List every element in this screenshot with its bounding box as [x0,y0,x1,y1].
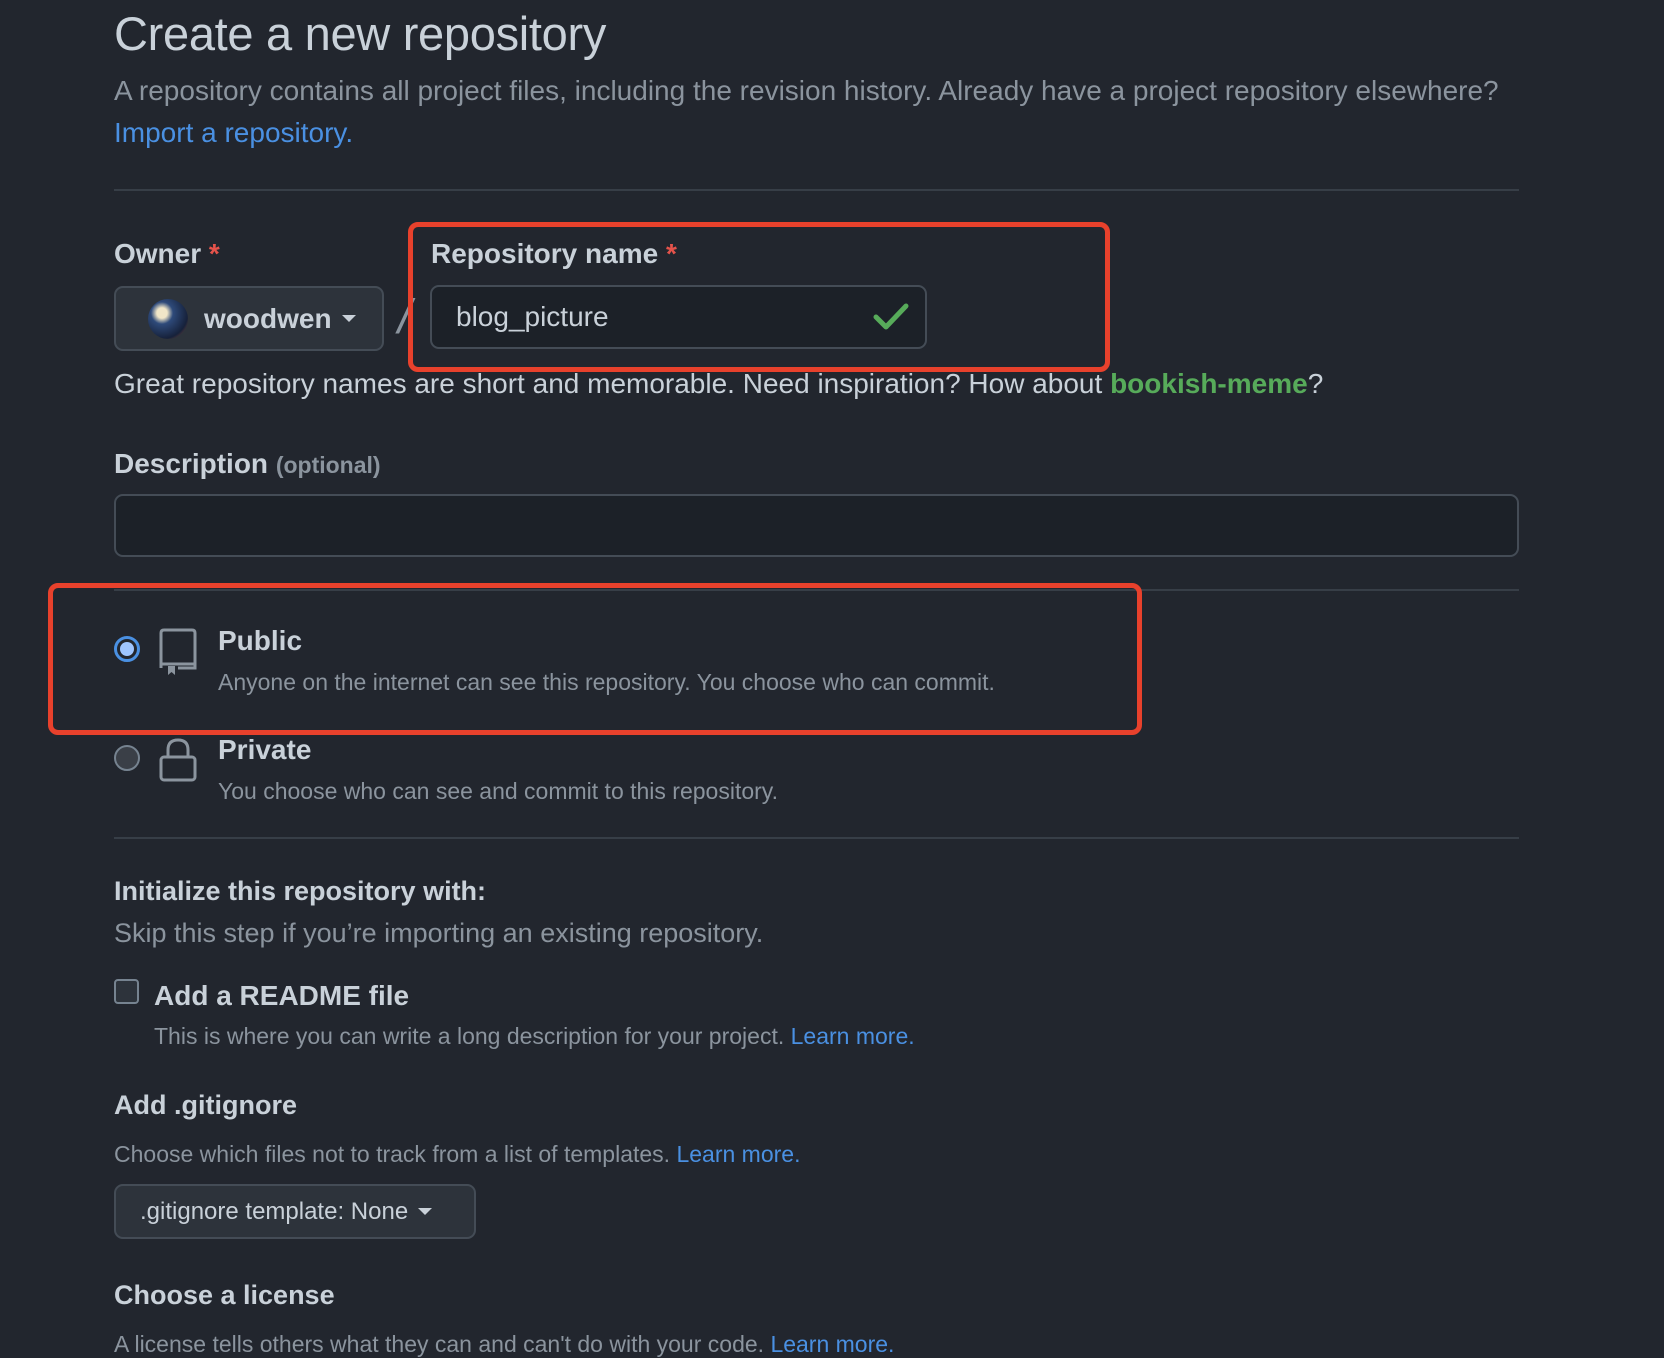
avatar [148,298,188,339]
description-label-text: Description [114,448,269,479]
license-title: Choose a license [114,1280,335,1310]
readme-desc-text: This is where you can write a long descr… [154,1023,785,1049]
highlight-box-repository-name [408,222,1110,372]
gitignore-desc-text: Choose which files not to track from a l… [114,1141,671,1167]
owner-dropdown[interactable]: woodwen [114,286,384,351]
chevron-down-icon [341,315,356,322]
gitignore-title: Add .gitignore [114,1090,297,1120]
initialize-title: Initialize this repository with: [114,876,487,906]
create-repository-page: Create a new repository A repository con… [0,0,1664,1358]
readme-checkbox[interactable] [114,979,139,1004]
lock-icon [159,738,197,782]
description-input[interactable] [114,494,1519,557]
name-hint: Great repository names are short and mem… [114,368,1323,400]
highlight-box-visibility [48,583,1142,735]
chevron-down-icon [418,1208,433,1215]
gitignore-learn-more-link[interactable]: Learn more. [676,1141,800,1167]
page-title: Create a new repository [114,7,607,60]
owner-label: Owner * [114,238,220,270]
owner-name: woodwen [204,302,332,334]
private-option-desc: You choose who can see and commit to thi… [218,778,778,804]
name-hint-suffix: ? [1307,368,1324,399]
private-radio[interactable] [114,745,140,771]
initialize-subtitle: Skip this step if you’re importing an ex… [114,918,764,948]
gitignore-desc: Choose which files not to track from a l… [114,1141,800,1168]
private-option-title: Private [218,734,312,765]
name-hint-text: Great repository names are short and mem… [114,368,1103,399]
gitignore-template-dropdown[interactable]: .gitignore template: None [114,1184,476,1239]
license-desc: A license tells others what they can and… [114,1331,894,1358]
readme-learn-more-link[interactable]: Learn more. [791,1023,915,1049]
page-lead: A repository contains all project files,… [114,70,1514,154]
description-label: Description (optional) [114,448,381,480]
divider [114,189,1519,191]
divider [114,837,1519,839]
readme-label[interactable]: Add a README file [154,980,409,1012]
license-learn-more-link[interactable]: Learn more. [770,1331,894,1357]
lead-text: A repository contains all project files,… [114,75,1499,106]
gitignore-template-label: .gitignore template: None [140,1197,409,1225]
owner-label-text: Owner [114,238,202,269]
required-asterisk: * [208,238,220,269]
license-desc-text: A license tells others what they can and… [114,1331,765,1357]
optional-note: (optional) [275,452,381,478]
readme-desc: This is where you can write a long descr… [154,1023,915,1050]
suggested-name-link[interactable]: bookish-meme [1110,368,1308,399]
import-repository-link[interactable]: Import a repository. [114,117,353,148]
